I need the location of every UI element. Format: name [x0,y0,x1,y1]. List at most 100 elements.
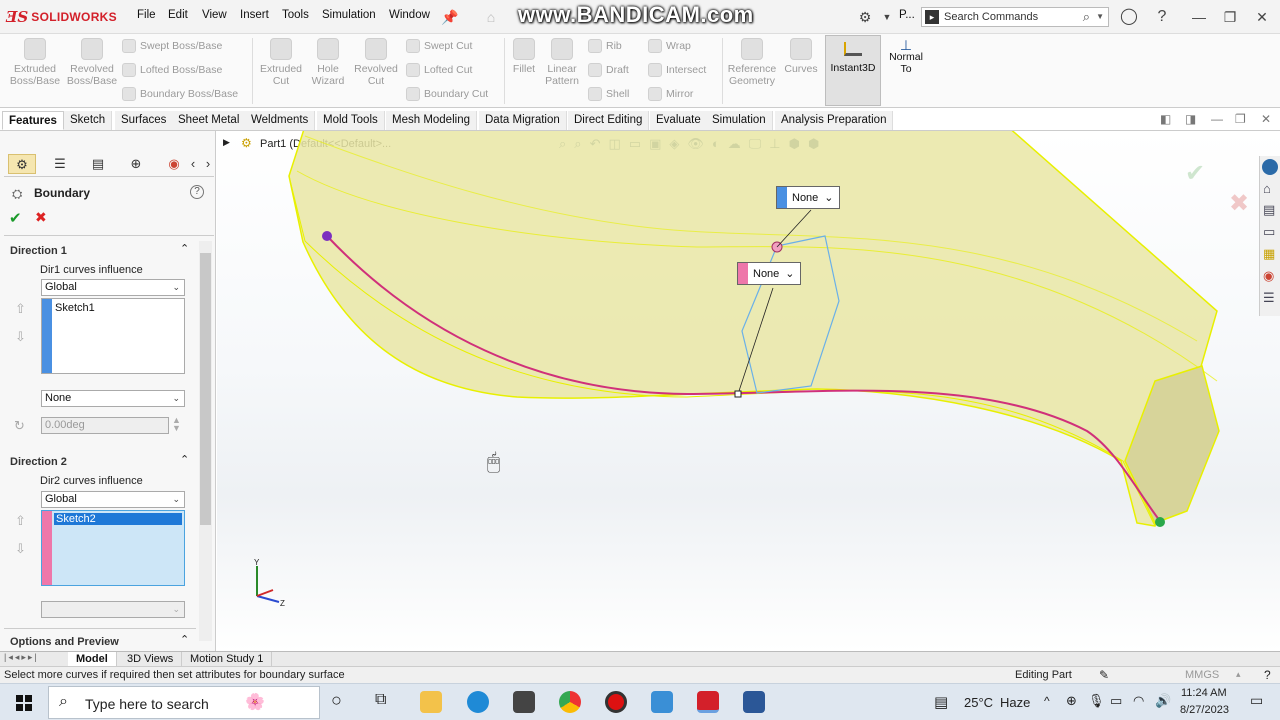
taskbar-search-input[interactable]: ⌕ Type here to search 🌸 [48,686,320,719]
revolved-boss-button[interactable]: Revolved Boss/Base [63,38,121,102]
dimxpert-tab-icon[interactable]: ⊕ [122,154,150,174]
cortana-icon[interactable]: ○ [331,690,342,711]
menu-insert[interactable]: Insert [240,9,269,21]
direction1-title[interactable]: Direction 1 [10,245,67,257]
search-dropdown-icon[interactable]: ▼ [1096,12,1104,21]
display-manager-tab-icon[interactable]: ◉ [160,154,188,174]
dir1-tangency-select[interactable]: None ⌄ [41,390,185,407]
angle-spinner-icon[interactable]: ▲ ▼ [172,416,181,433]
doc-restore-icon[interactable]: ❐ [1235,112,1246,126]
ok-check-icon[interactable]: ✔ [9,209,22,227]
move-down-icon[interactable]: ⇩ [15,329,26,345]
boundary-preview-model[interactable] [217,131,1280,651]
tab-sheet-metal[interactable]: Sheet Metal [172,111,247,130]
tab-features[interactable]: Features [2,111,64,130]
swept-boss-button[interactable]: Swept Boss/Base [122,38,238,54]
weather-temp[interactable]: 25°C [964,695,993,710]
dir1-curves-list[interactable]: Sketch1 [41,298,185,374]
boundary-boss-button[interactable]: Boundary Boss/Base [122,86,238,102]
rib-button[interactable]: Rib [588,38,629,54]
unit-system[interactable]: MMGS [1185,669,1219,681]
home-icon[interactable]: ⌂ [482,8,500,26]
minimize-window-icon[interactable]: — [1190,8,1208,26]
menu-simulation[interactable]: Simulation [322,9,376,21]
linear-pattern-button[interactable]: Linear Pattern [540,38,584,102]
menu-file[interactable]: File [137,9,156,21]
tab-analysis-preparation[interactable]: Analysis Preparation [775,111,894,130]
weather-icon[interactable]: ▤ [934,693,948,711]
file-explorer-icon[interactable] [420,691,442,713]
tab-weldments[interactable]: Weldments [245,111,316,130]
doc-close-icon[interactable]: ✕ [1261,112,1271,126]
collapse-direction2-icon[interactable]: ⌃ [180,453,189,466]
help-icon[interactable]: ? [1153,8,1171,26]
fillet-button[interactable]: Fillet [508,38,540,102]
profile-menu[interactable]: P... [899,9,915,21]
user-account-icon[interactable]: ◯ [1120,8,1138,26]
edge-browser-icon[interactable] [467,691,489,713]
boundary-cut-button[interactable]: Boundary Cut [406,86,488,102]
tray-app-icon[interactable]: ⊕ [1066,693,1077,709]
move-down-icon[interactable]: ⇩ [15,541,26,557]
tab-sketch[interactable]: Sketch [64,111,113,130]
microphone-icon[interactable]: 🎙 [1088,693,1105,709]
chevron-up-icon[interactable]: ▴ [1236,669,1241,680]
move-up-icon[interactable]: ⇧ [15,513,26,529]
tab-motion-study-1[interactable]: Motion Study 1 [182,652,273,666]
tile-right-icon[interactable]: ◨ [1185,112,1196,126]
network-icon[interactable]: ◠ [1133,693,1144,709]
tile-left-icon[interactable]: ◧ [1160,112,1171,126]
configuration-manager-tab-icon[interactable]: ▤ [84,154,112,174]
dir2-curves-list[interactable]: Sketch2 [41,510,185,586]
bandicam-record-icon[interactable] [605,691,627,713]
curves-button[interactable]: Curves [782,38,820,102]
revolved-cut-button[interactable]: Revolved Cut [347,38,405,102]
restore-window-icon[interactable]: ❐ [1221,8,1239,26]
swept-cut-button[interactable]: Swept Cut [406,38,488,54]
draft-button[interactable]: Draft [588,62,629,78]
solidworks-logo[interactable]: ƎS SOLIDWORKS [6,7,117,27]
tab-model[interactable]: Model [68,652,117,666]
property-manager-tab-icon[interactable]: ☰ [46,154,74,174]
connector-handle[interactable] [734,390,742,398]
tab-mesh-modeling[interactable]: Mesh Modeling [386,111,477,130]
clock-date[interactable]: 8/27/2023 [1180,704,1229,716]
collapse-options-icon[interactable]: ⌃ [180,633,189,646]
tabs-next-icon[interactable]: › [201,154,215,174]
extruded-boss-button[interactable]: Extruded Boss/Base [6,38,64,102]
tab-navigation-arrows[interactable]: |◂◂▸▸| [4,652,64,666]
doc-minimize-icon[interactable]: — [1211,112,1223,126]
direction2-title[interactable]: Direction 2 [10,456,67,468]
mail-icon[interactable] [513,691,535,713]
tabs-prev-icon[interactable]: ‹ [186,154,200,174]
options-gear-icon[interactable]: ⚙ [856,8,874,26]
dir1-tangency-callout[interactable]: None ⌄ [776,186,840,209]
tab-simulation[interactable]: Simulation [706,111,773,130]
rebuild-icon[interactable]: ✎ [1099,668,1109,682]
tab-surfaces[interactable]: Surfaces [115,111,174,130]
dir2-curve-item[interactable]: Sketch2 [54,513,182,525]
volume-icon[interactable]: 🔊 [1155,693,1171,709]
instant3d-button[interactable]: Instant3D [825,35,881,106]
weather-desc[interactable]: Haze [1000,695,1030,710]
menu-tools[interactable]: Tools [282,9,309,21]
battery-icon[interactable]: ▭ [1110,693,1122,709]
move-up-icon[interactable]: ⇧ [15,301,26,317]
wrap-button[interactable]: Wrap [648,38,706,54]
reference-geometry-button[interactable]: Reference Geometry [724,38,780,102]
graphics-area[interactable]: ▶ ⚙ Part1 (Default<<Default>... ⌕ ⌕ ↶ ◫ … [217,131,1280,651]
dir2-tangency-select[interactable]: ⌄ [41,601,185,618]
end-point[interactable] [1155,517,1165,527]
dir1-angle-input[interactable]: 0.00deg [41,417,169,434]
scrollbar-thumb[interactable] [200,253,211,525]
help-icon[interactable]: ? [190,185,204,199]
chevron-down-icon[interactable]: ▼ [878,8,896,26]
dir2-influence-select[interactable]: Global ⌄ [41,491,185,508]
dir1-curve-item[interactable]: Sketch1 [55,302,95,314]
close-window-icon[interactable]: ✕ [1253,8,1271,26]
chrome-icon[interactable] [559,691,581,713]
notifications-icon[interactable]: ▭ [1250,692,1263,709]
tab-data-migration[interactable]: Data Migration [479,111,567,130]
dir2-tangency-callout[interactable]: None ⌄ [737,262,801,285]
lofted-cut-button[interactable]: Lofted Cut [406,62,488,78]
